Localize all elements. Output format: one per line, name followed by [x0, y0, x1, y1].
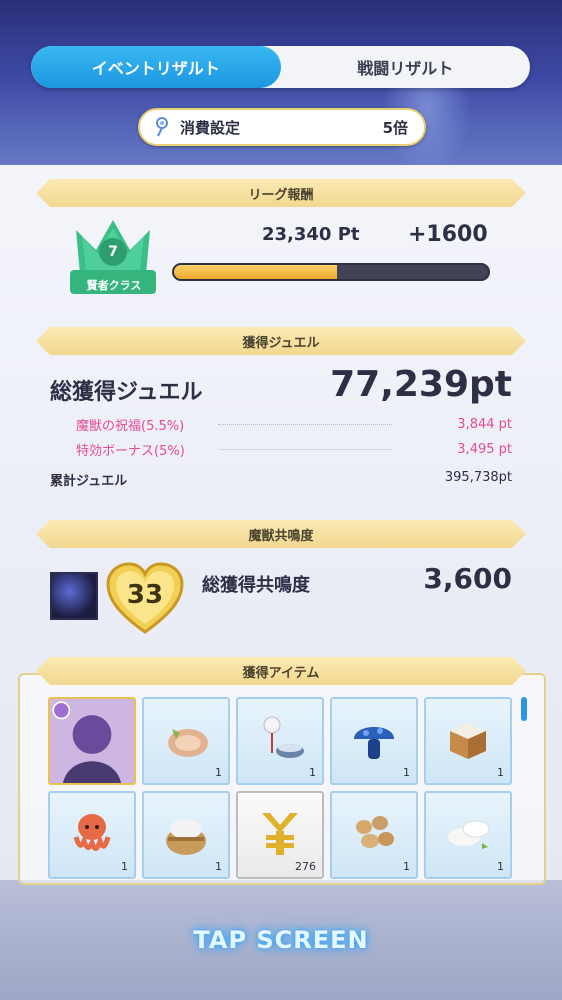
jewel-total-label: 総獲得ジュエル [50, 380, 203, 405]
rice-box-icon [450, 723, 486, 759]
wand-icon [156, 117, 168, 137]
items-header: 獲得アイテム [36, 657, 526, 685]
item-count: 1 [497, 766, 504, 779]
tofu-icon [448, 820, 490, 849]
dotted-divider [218, 423, 392, 425]
item-count: 1 [309, 766, 316, 779]
character-card-icon [50, 699, 134, 783]
jewel-header: 獲得ジュエル [36, 327, 526, 355]
item-slot[interactable]: 1 [424, 697, 512, 785]
jewel-total-value: 77,239pt [330, 364, 512, 405]
item-slot[interactable]: 1 [142, 791, 230, 879]
nuts-icon [356, 816, 394, 848]
tap-screen-prompt[interactable]: TAP SCREEN [0, 926, 562, 954]
rice-sack-icon [166, 819, 206, 855]
items-scrollbar[interactable] [521, 697, 527, 721]
jewel-bonus-label: 魔獣の祝福(5.5%) [76, 418, 185, 434]
item-slot[interactable]: 1 [48, 791, 136, 879]
jewel-bonus-label: 特効ボーナス(5%) [76, 443, 185, 459]
league-progress-bar [172, 263, 490, 281]
item-slot[interactable] [48, 697, 136, 785]
consumption-setting[interactable]: 消費設定 5倍 [138, 108, 426, 146]
item-slot[interactable]: 1 [330, 791, 418, 879]
item-count: 1 [403, 860, 410, 873]
item-slot[interactable]: 1 [236, 697, 324, 785]
resonance-total-value: 3,600 [423, 562, 512, 595]
cumulative-jewel-value: 395,738pt [444, 470, 512, 485]
league-points: 23,340 Pt [262, 224, 360, 245]
rank-name: 賢者クラス [86, 279, 142, 292]
rank-number: 7 [108, 244, 118, 260]
result-screen[interactable]: イベントリザルト 戦闘リザルト 消費設定 5倍 リーグ報酬 7 賢者クラス 23… [0, 0, 562, 1000]
item-slot[interactable]: 1 [142, 697, 230, 785]
beast-avatar [50, 572, 98, 620]
league-progress-fill [174, 265, 338, 279]
yen-coin-icon [262, 813, 298, 855]
item-slot[interactable]: 1 [424, 791, 512, 879]
result-tabs: イベントリザルト 戦闘リザルト [31, 46, 530, 88]
item-count: 1 [497, 860, 504, 873]
item-count: 1 [215, 766, 222, 779]
league-reward-header: リーグ報酬 [36, 179, 526, 207]
league-bonus: +1600 [408, 222, 488, 247]
consumption-label: 消費設定 [180, 118, 241, 137]
cumulative-jewel-label: 累計ジュエル [50, 474, 128, 489]
item-slot[interactable]: 1 [330, 697, 418, 785]
cured-meat-icon [168, 729, 208, 757]
jewel-bonus-value: 3,495 pt [457, 441, 512, 457]
resonance-header: 魔獣共鳴度 [36, 520, 526, 548]
jewel-bonus-row: 魔獣の祝福(5.5%) 3,844 pt [76, 414, 512, 434]
wind-chime-bowl-icon [263, 716, 304, 758]
item-count: 276 [295, 860, 316, 873]
consumption-value: 5倍 [382, 118, 408, 137]
jewel-bonus-row: 特効ボーナス(5%) 3,495 pt [76, 439, 512, 459]
tab-event-result[interactable]: イベントリザルト [31, 46, 281, 88]
jewel-bonus-value: 3,844 pt [457, 416, 512, 432]
octopus-icon [73, 814, 111, 851]
item-count: 1 [403, 766, 410, 779]
cumulative-jewel-row: 累計ジュエル 395,738pt [50, 470, 512, 489]
resonance-level: 33 [126, 580, 164, 610]
resonance-total-label: 総獲得共鳴度 [202, 575, 310, 596]
tab-battle-result[interactable]: 戦闘リザルト [281, 46, 531, 88]
item-count: 1 [121, 860, 128, 873]
item-count: 1 [215, 860, 222, 873]
dotted-divider [218, 448, 392, 450]
item-slot[interactable]: 276 [236, 791, 324, 879]
blue-mushroom-icon [354, 727, 394, 759]
